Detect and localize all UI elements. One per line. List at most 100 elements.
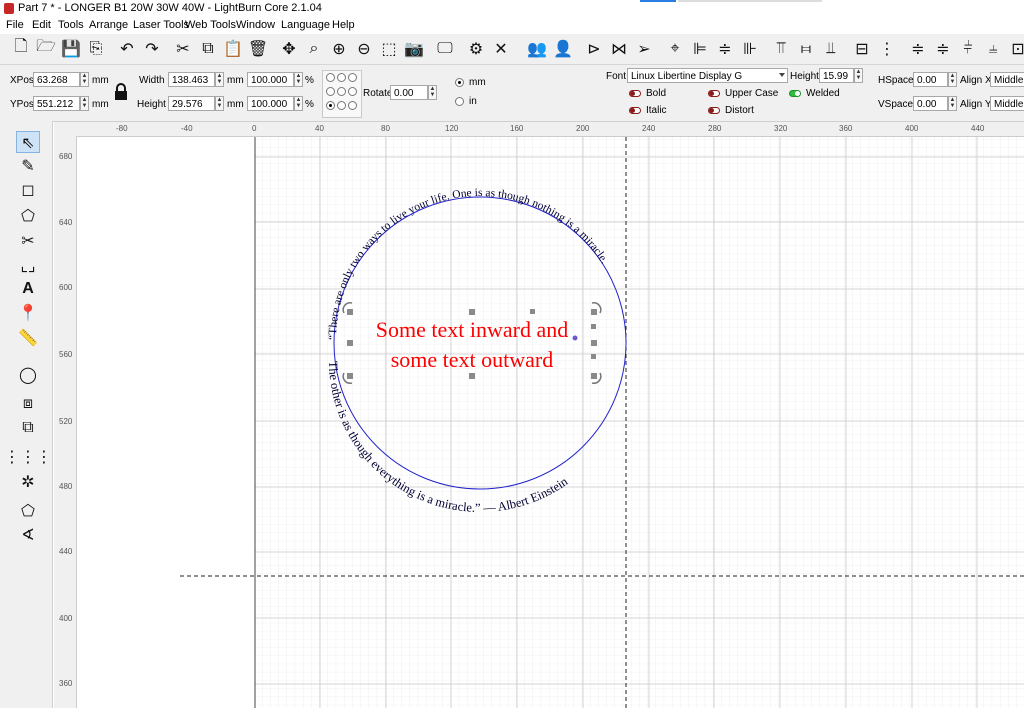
zoom-out-icon[interactable]: ⊖ — [353, 37, 375, 59]
mirror-icon[interactable]: ⋈ — [608, 37, 630, 59]
anchor-center[interactable] — [337, 87, 346, 96]
undo-icon[interactable]: ↶ — [116, 37, 138, 59]
height-percent-field[interactable]: 100.000 — [247, 96, 294, 111]
font-select[interactable]: Linux Libertine Display G — [627, 68, 788, 83]
text-height-field[interactable]: 15.99 — [819, 68, 854, 83]
weld-icon[interactable]: ⧈ — [16, 392, 40, 414]
camera-icon[interactable]: 📷 — [403, 37, 425, 59]
distort-toggle[interactable] — [708, 107, 720, 114]
menu-web-tools[interactable]: Web Tools — [185, 19, 236, 31]
user-icon[interactable]: 👤 — [552, 37, 574, 59]
redo-icon[interactable]: ↷ — [141, 37, 163, 59]
anchor-bottom-center[interactable] — [337, 101, 346, 110]
bold-toggle[interactable] — [629, 90, 641, 97]
width-percent-field[interactable]: 100.000 — [247, 72, 294, 87]
delete-icon[interactable]: 🗑 — [247, 37, 269, 59]
grid-array-icon[interactable]: ⋮⋮⋮ — [4, 445, 52, 467]
measure-ruler-icon[interactable]: 📏 — [16, 326, 40, 348]
position-pin-icon[interactable]: 📍 — [16, 301, 40, 323]
menu-edit[interactable]: Edit — [32, 19, 51, 31]
vspace-spinner[interactable]: ▲ ▼ — [948, 96, 957, 111]
aligny-select[interactable]: Middle — [990, 96, 1024, 111]
alignx-select[interactable]: Middle — [990, 72, 1024, 87]
offset-ring-icon[interactable]: ◯ — [16, 363, 40, 385]
anchor-middle-right[interactable] — [348, 87, 357, 96]
welded-toggle[interactable] — [789, 90, 801, 97]
new-file-icon[interactable]: 🗋 — [10, 36, 32, 59]
hspace-field[interactable]: 0.00 — [913, 72, 948, 87]
distribute-vertical-icon[interactable]: ⋮ — [876, 37, 898, 59]
monitor-icon[interactable]: 🖵 — [434, 37, 456, 59]
align-top-icon[interactable]: ⫪ — [770, 37, 792, 59]
dock2-icon[interactable]: ≑ — [932, 37, 954, 59]
frame-corners-icon[interactable]: ⌞⌟ — [16, 254, 40, 276]
rotate-field[interactable]: 0.00 — [390, 85, 428, 100]
anchor-top-right[interactable] — [348, 73, 357, 82]
text-path-start-marker[interactable] — [572, 335, 578, 341]
text-height-spinner[interactable]: ▲ ▼ — [854, 68, 863, 83]
menu-help[interactable]: Help — [332, 19, 355, 31]
rectangle-icon[interactable]: ◻ — [16, 178, 40, 200]
xpos-spinner[interactable]: ▲ ▼ — [80, 72, 89, 87]
dock3-icon[interactable]: ⫩ — [957, 37, 979, 59]
scissors-icon[interactable]: ✂ — [16, 229, 40, 251]
select-frame-icon[interactable]: ⬚ — [378, 37, 400, 59]
height-spinner[interactable]: ▲ ▼ — [215, 96, 224, 111]
width-spinner[interactable]: ▲ ▼ — [215, 72, 224, 87]
xpos-field[interactable]: 63.268 — [33, 72, 80, 87]
width-field[interactable]: 138.463 — [168, 72, 215, 87]
menu-language[interactable]: Language — [281, 19, 330, 31]
copy-icon[interactable]: ⧉ — [197, 37, 219, 59]
menu-tools[interactable]: Tools — [58, 19, 84, 31]
menu-window[interactable]: Window — [236, 19, 275, 31]
dock-icon[interactable]: ≑ — [907, 37, 929, 59]
circular-array-icon[interactable]: ✲ — [16, 470, 40, 492]
anchor-bottom-left[interactable] — [326, 101, 335, 110]
width-percent-spinner[interactable]: ▲ ▼ — [294, 72, 303, 87]
align-bottom-icon[interactable]: ⫫ — [820, 37, 842, 59]
menu-file[interactable]: File — [6, 19, 24, 31]
target-icon[interactable]: ⌖ — [664, 37, 686, 59]
paste-icon[interactable]: 📋 — [222, 37, 244, 59]
lock-aspect-icon[interactable] — [114, 82, 128, 102]
pen-icon[interactable]: ✎ — [16, 154, 40, 176]
menu-laser-tools[interactable]: Laser Tools — [133, 19, 189, 31]
group-icon[interactable]: 👥 — [526, 37, 548, 59]
settings-icon[interactable]: ⚙ — [465, 37, 487, 59]
anchor-bottom-right[interactable] — [348, 101, 357, 110]
node-edit-icon[interactable]: ⬠ — [16, 499, 40, 521]
export-icon[interactable]: ⎘ — [85, 37, 107, 59]
zoom-in-icon[interactable]: ⊕ — [328, 37, 350, 59]
align-left-icon[interactable]: ⊫ — [689, 37, 711, 59]
height-field[interactable]: 29.576 — [168, 96, 215, 111]
align-center-icon[interactable]: ≑ — [714, 37, 736, 59]
polygon-icon[interactable]: ⬠ — [16, 204, 40, 226]
move-icon[interactable]: ✥ — [278, 37, 300, 59]
open-folder-icon[interactable]: 🗁 — [35, 36, 57, 59]
units-in-radio[interactable] — [455, 97, 464, 106]
vspace-field[interactable]: 0.00 — [913, 96, 948, 111]
design-canvas[interactable]: “There are only two ways to live your li… — [77, 137, 1024, 708]
italic-toggle[interactable] — [629, 107, 641, 114]
distribute-icon[interactable]: ⊟ — [851, 37, 873, 59]
send-icon[interactable]: ➢ — [633, 37, 655, 59]
menu-arrange[interactable]: Arrange — [89, 19, 128, 31]
zoom-fit-icon[interactable]: ⌕ — [303, 37, 325, 59]
ypos-spinner[interactable]: ▲ ▼ — [80, 96, 89, 111]
more-icon[interactable]: ⊡ — [1007, 37, 1024, 59]
center-text-line2[interactable]: some text outward — [391, 347, 554, 372]
align-right-icon[interactable]: ⊪ — [739, 37, 761, 59]
anchor-top-center[interactable] — [337, 73, 346, 82]
text-tool-icon[interactable]: A — [16, 278, 40, 300]
align-middle-icon[interactable]: ⧦ — [795, 37, 817, 59]
dock4-icon[interactable]: ⫨ — [982, 37, 1004, 59]
save-icon[interactable]: 💾 — [60, 37, 82, 59]
hspace-spinner[interactable]: ▲ ▼ — [948, 72, 957, 87]
anchor-top-left[interactable] — [326, 73, 335, 82]
tools-icon[interactable]: ✕ — [490, 37, 512, 59]
rotate-spinner[interactable]: ▲ ▼ — [428, 85, 437, 100]
units-mm-radio[interactable] — [455, 78, 464, 87]
upper-case-toggle[interactable] — [708, 90, 720, 97]
center-text-line1[interactable]: Some text inward and — [376, 317, 568, 342]
clipboard-cut-icon[interactable]: ✂ — [172, 37, 194, 59]
